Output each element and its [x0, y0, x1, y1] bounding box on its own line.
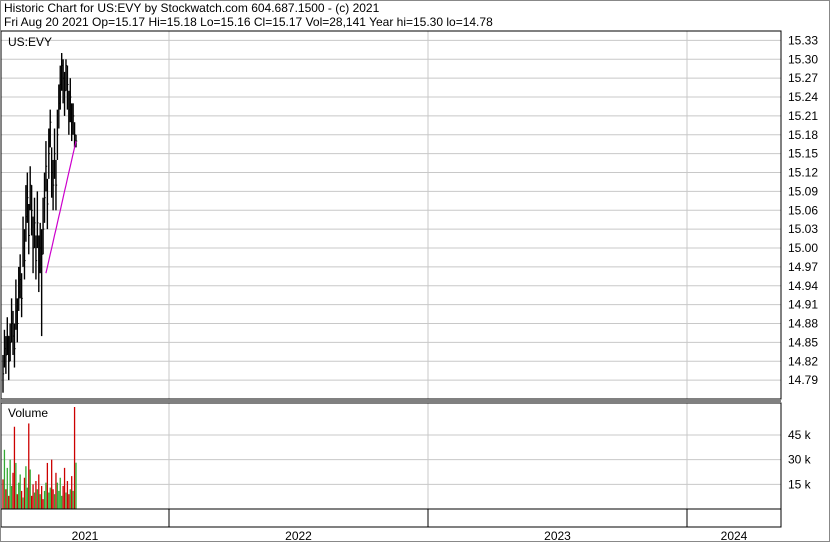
grid-lines: [1, 31, 781, 509]
chart-frame: [0, 0, 830, 542]
price-tick-label: 14.79: [788, 373, 818, 387]
price-tick-label: 15.27: [788, 71, 818, 85]
price-tick-label: 15.24: [788, 90, 818, 104]
price-tick-label: 15.09: [788, 184, 818, 198]
volume-series: [2, 407, 77, 509]
moving-average-series: [45, 140, 77, 274]
price-tick-label: 15.30: [788, 52, 818, 66]
price-series: [2, 53, 78, 393]
volume-tick-label: 15 k: [788, 477, 812, 491]
volume-panel-border: [0, 402, 782, 510]
price-tick-label: 14.88: [788, 317, 818, 331]
price-series-label: US:EVY: [8, 35, 52, 49]
price-tick-label: 15.33: [788, 33, 818, 47]
year-label: 2022: [285, 529, 312, 543]
axis-labels: 15.33 15.30 15.27 15.24 15.21 15.18 15.15 15.12…: [8, 33, 818, 543]
year-label: 2024: [721, 529, 748, 543]
price-tick-label: 15.00: [788, 241, 818, 255]
year-label: 2021: [72, 529, 99, 543]
price-tick-label: 15.03: [788, 222, 818, 236]
price-tick-label: 14.94: [788, 279, 818, 293]
price-tick-label: 14.82: [788, 354, 818, 368]
price-tick-label: 15.15: [788, 147, 818, 161]
price-tick-label: 15.21: [788, 109, 818, 123]
moving-average-line: [45, 140, 77, 274]
volume-series-label: Volume: [8, 406, 48, 420]
year-label: 2023: [544, 529, 571, 543]
outer-border: [0, 0, 830, 542]
price-tick-label: 14.97: [788, 260, 818, 274]
price-tick-label: 15.12: [788, 166, 818, 180]
price-tick-label: 14.85: [788, 335, 818, 349]
volume-tick-label: 45 k: [788, 428, 812, 442]
price-tick-label: 15.18: [788, 128, 818, 142]
price-tick-label: 14.91: [788, 298, 818, 312]
xaxis-panel-border: [0, 508, 782, 528]
volume-tick-label: 30 k: [788, 453, 812, 467]
price-tick-label: 15.06: [788, 203, 818, 217]
price-panel-border: [0, 30, 782, 400]
stock-chart: 15.33 15.30 15.27 15.24 15.21 15.18 15.15 15.12…: [0, 0, 830, 543]
